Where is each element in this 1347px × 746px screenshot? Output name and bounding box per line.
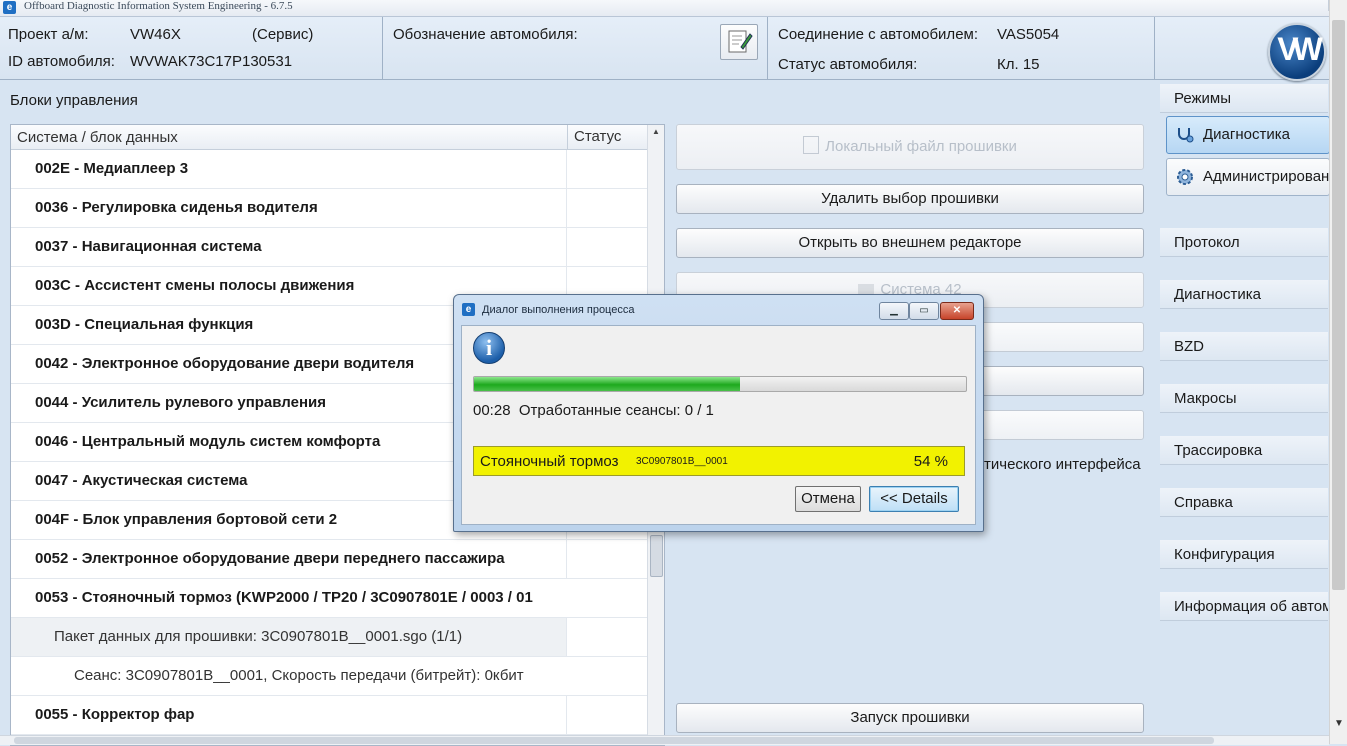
session-row[interactable]: Сеанс: 3C0907801B__0001, Скорость переда… — [11, 657, 647, 696]
sidebar-item-bzd[interactable]: BZD — [1160, 332, 1328, 361]
gear-icon — [1177, 169, 1193, 185]
process-dialog: e Диалог выполнения процесса ▁ ▭ ✕ i 00:… — [453, 294, 984, 532]
tree-header: Система / блок данных Статус — [11, 125, 647, 150]
designation-label: Обозначение автомобиля: — [393, 26, 578, 43]
vehicle-status-label: Статус автомобиля: — [778, 56, 918, 73]
scroll-down-icon[interactable]: ▼ — [1330, 718, 1347, 729]
app-icon: e — [3, 1, 16, 14]
task-name: Стояночный тормоз — [480, 453, 619, 470]
progress-fill — [474, 377, 740, 391]
vw-logo: VW — [1268, 23, 1326, 81]
tree-scroll-thumb[interactable] — [650, 535, 663, 577]
mode-admin-button[interactable]: Администрирование — [1166, 158, 1330, 196]
task-file: 3C0907801B__0001 — [636, 456, 728, 467]
connection-label: Соединение с автомобилем: — [778, 26, 979, 43]
window-title: Offboard Diagnostic Information System E… — [24, 0, 293, 12]
cancel-button[interactable]: Отмена — [795, 486, 861, 512]
dialog-body: i 00:28 Отработанные сеансы: 0 / 1 Стоян… — [461, 325, 976, 525]
start-flash-button[interactable]: Запуск прошивки — [676, 703, 1144, 733]
task-percent: 54 % — [913, 453, 948, 470]
vehicle-status-value: Кл. 15 — [997, 56, 1040, 73]
elapsed-time: 00:28 — [473, 402, 511, 419]
dialog-close-button[interactable]: ✕ — [940, 302, 974, 320]
main-scroll-thumb[interactable] — [1332, 20, 1345, 590]
dialog-title: Диалог выполнения процесса — [482, 304, 635, 316]
vehicle-project-panel: Проект а/м: VW46X (Сервис) ID автомобиля… — [0, 17, 383, 80]
scroll-up-icon[interactable]: ▲ — [648, 127, 664, 136]
dialog-minimize-button[interactable]: ▁ — [879, 302, 909, 320]
tree-row[interactable]: 0036 - Регулировка сиденья водителя — [11, 189, 647, 228]
sidebar-item-tracing[interactable]: Трассировка — [1160, 436, 1328, 465]
stethoscope-icon — [1178, 128, 1194, 143]
delete-flash-selection-button[interactable]: Удалить выбор прошивки — [676, 184, 1144, 214]
open-external-editor-button[interactable]: Открыть во внешнем редакторе — [676, 228, 1144, 258]
control-units-title: Блоки управления — [10, 92, 138, 109]
local-flash-file-button[interactable]: Локальный файл прошивки — [676, 124, 1144, 170]
connection-panel: Соединение с автомобилем: VAS5054 Статус… — [768, 17, 1155, 80]
tree-row[interactable]: 0055 - Корректор фар — [11, 696, 647, 735]
tree-row[interactable]: 0037 - Навигационная система — [11, 228, 647, 267]
column-status[interactable]: Статус — [567, 125, 621, 149]
dialog-app-icon: e — [462, 303, 475, 316]
sidebar-item-help[interactable]: Справка — [1160, 488, 1328, 517]
project-label: Проект а/м: — [8, 26, 89, 43]
column-system[interactable]: Система / блок данных — [17, 129, 178, 146]
document-icon — [803, 136, 820, 154]
project-mode: (Сервис) — [252, 26, 314, 43]
vin-label: ID автомобиля: — [8, 53, 115, 70]
info-icon: i — [473, 332, 505, 364]
connection-value: VAS5054 — [997, 26, 1060, 43]
sidebar-item-vehicle-info[interactable]: Информация об автомобиле — [1160, 592, 1328, 621]
edit-designation-button[interactable] — [720, 24, 758, 60]
mode-diagnostics-button[interactable]: Диагностика — [1166, 116, 1330, 154]
window-title-bar: e Offboard Diagnostic Information System… — [0, 0, 1347, 17]
progress-status: 00:28 Отработанные сеансы: 0 / 1 — [473, 402, 714, 419]
sidebar-item-configuration[interactable]: Конфигурация — [1160, 540, 1328, 569]
tree-row[interactable]: 0052 - Электронное оборудование двери пе… — [11, 540, 647, 579]
vin-value: WVWAK73C17P130531 — [130, 53, 293, 70]
dialog-maximize-button[interactable]: ▭ — [909, 302, 939, 320]
current-task-bar: Стояночный тормоз 3C0907801B__0001 54 % — [473, 446, 965, 476]
horizontal-scroll-thumb[interactable] — [14, 737, 1214, 744]
details-button[interactable]: << Details — [869, 486, 959, 512]
vehicle-designation-panel: Обозначение автомобиля: — [383, 17, 768, 80]
sidebar-item-diagnostics[interactable]: Диагностика — [1160, 280, 1328, 309]
main-vertical-scrollbar[interactable]: ▼ — [1329, 0, 1347, 744]
diagnostic-interface-text: тического интерфейса — [984, 456, 1141, 473]
sidebar-item-protocol[interactable]: Протокол — [1160, 228, 1328, 257]
sidebar-item-macros[interactable]: Макросы — [1160, 384, 1328, 413]
sessions-counter: Отработанные сеансы: 0 / 1 — [518, 402, 714, 419]
tree-row-selected-unit[interactable]: 0053 - Стояночный тормоз (KWP2000 / TP20… — [11, 579, 647, 618]
progress-bar — [473, 376, 967, 392]
modes-header: Режимы — [1160, 84, 1328, 113]
project-value: VW46X — [130, 26, 181, 43]
tree-row[interactable]: 002E - Медиаплеер 3 — [11, 150, 647, 189]
edit-icon — [728, 30, 753, 53]
flash-package-row[interactable]: Пакет данных для прошивки: 3C0907801B__0… — [11, 618, 648, 657]
